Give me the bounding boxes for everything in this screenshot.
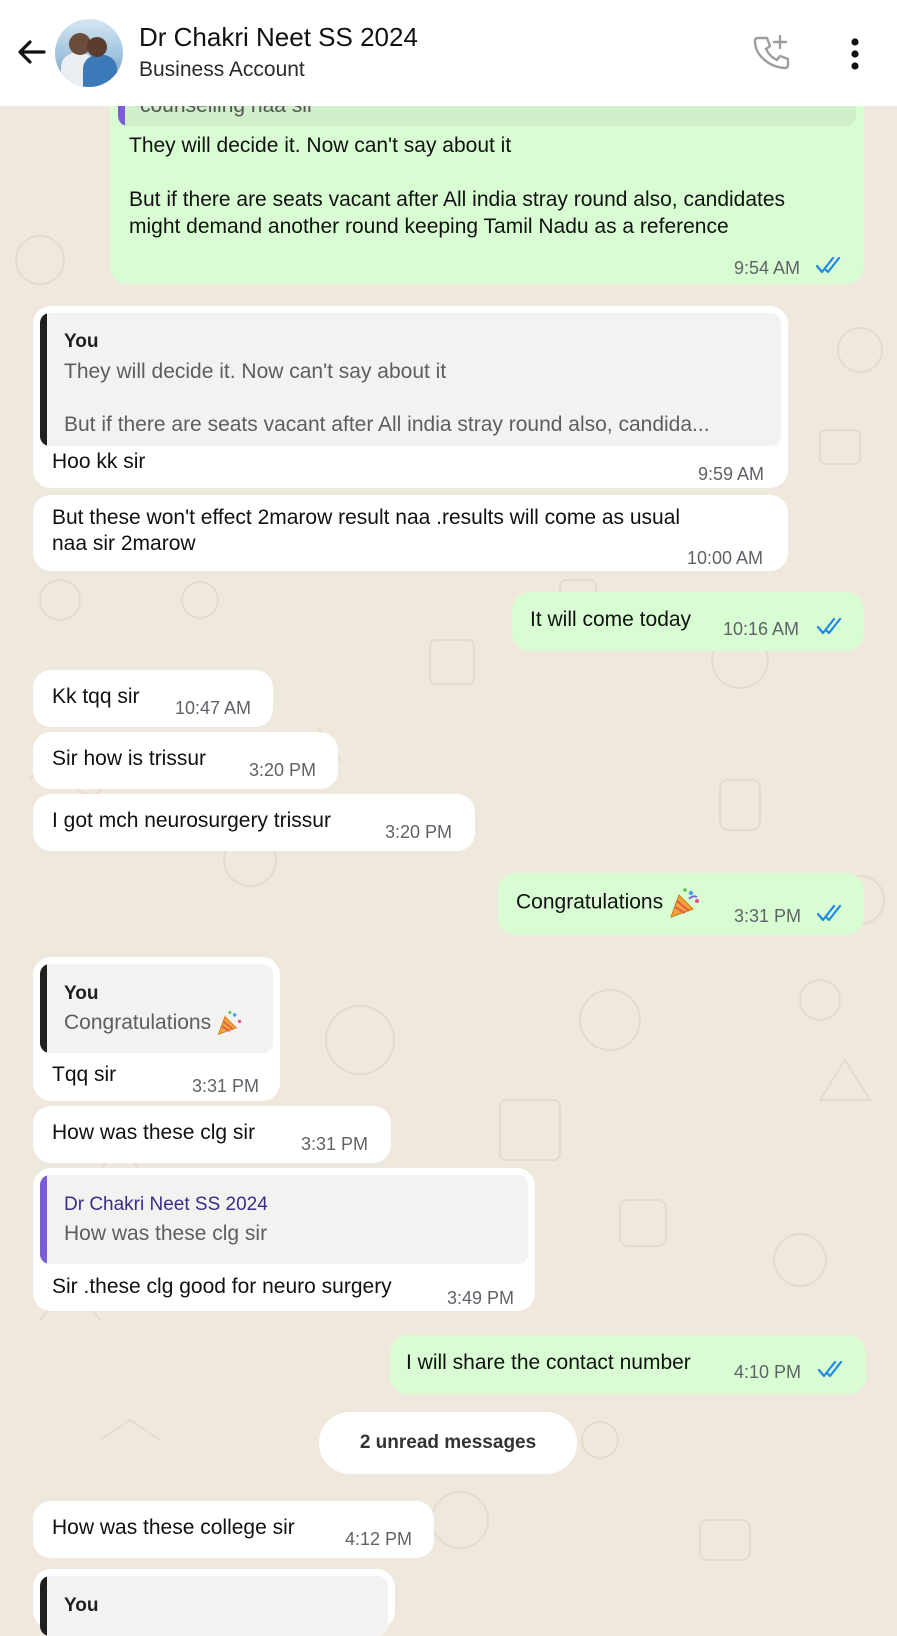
message-time: 3:31 PM [192,1076,260,1096]
message-text: Kk tqq sir [52,685,140,708]
message-text: They will decide it. Now can't say about… [129,134,512,157]
message-bubble-outgoing[interactable]: counselling naa sir They will decide it.… [110,84,864,284]
message-time: 3:20 PM [385,822,453,842]
read-receipt-icon [816,256,841,274]
message-bubble-outgoing[interactable]: It will come today 10:16 AM [512,592,864,651]
avatar[interactable] [55,19,123,87]
message-text: naa sir 2marow [52,532,196,555]
quoted-message[interactable]: You [40,1576,388,1636]
message-time: 9:59 AM [698,464,765,484]
read-receipt-icon [818,1360,843,1378]
quoted-text: But if there are seats vacant after All … [64,413,710,436]
chat-header: Dr Chakri Neet SS 2024 Business Account [0,0,897,106]
message-text: Sir how is trissur [52,747,207,770]
page-title[interactable]: Dr Chakri Neet SS 2024 [139,22,418,53]
message-bubble-incoming[interactable]: You They will decide it. Now can't say a… [33,306,788,488]
message-time: 3:31 PM [734,906,802,926]
account-type-label: Business Account [139,58,305,81]
message-time: 3:31 PM [301,1134,369,1154]
quoted-author: Dr Chakri Neet SS 2024 [64,1194,268,1215]
message-text: Sir .these clg good for neuro surgery [52,1275,392,1298]
message-text: Tqq sir [52,1063,117,1086]
message-text: I will share the contact number [406,1351,691,1374]
quoted-text-label: Congratulations [64,1011,212,1034]
message-time: 9:54 AM [734,258,801,278]
arrow-left-icon[interactable] [14,34,50,70]
message-time: 10:00 AM [687,548,764,568]
message-time: 10:47 AM [175,698,252,718]
message-bubble-incoming[interactable]: You [33,1569,395,1636]
message-bubble-incoming[interactable]: How was these clg sir 3:31 PM [33,1106,391,1163]
message-text: might demand another round keeping Tamil… [129,215,729,238]
message-time: 4:12 PM [345,1529,413,1549]
party-popper-icon [670,888,700,918]
message-bubble-incoming[interactable]: How was these college sir 4:12 PM [33,1501,434,1558]
message-text: How was these clg sir [52,1121,256,1144]
message-text: It will come today [530,608,692,631]
read-receipt-icon [817,617,842,635]
quoted-author: You [64,331,99,352]
message-bubble-incoming[interactable]: Dr Chakri Neet SS 2024 How was these clg… [33,1168,535,1311]
quoted-text: How was these clg sir [64,1222,268,1245]
message-time: 4:10 PM [734,1362,802,1382]
quoted-message[interactable]: You They will decide it. Now can't say a… [40,313,781,446]
message-bubble-outgoing[interactable]: Congratulations 3:31 PM [498,873,864,935]
message-bubble-incoming[interactable]: But these won't effect 2marow result naa… [33,495,788,571]
message-bubble-incoming[interactable]: Kk tqq sir 10:47 AM [33,670,273,727]
message-text-label: Congratulations [516,890,664,914]
unread-messages-divider: 2 unread messages [319,1412,577,1474]
quoted-message[interactable]: You Congratulations [40,964,273,1053]
message-text: But these won't effect 2marow result naa… [52,506,681,529]
message-time: 3:49 PM [447,1288,515,1308]
message-time: 10:16 AM [723,619,800,639]
quoted-text: Congratulations [64,1009,243,1036]
message-text: But if there are seats vacant after All … [129,188,786,211]
quoted-message[interactable]: Dr Chakri Neet SS 2024 How was these clg… [40,1175,528,1264]
message-text: Hoo kk sir [52,450,146,473]
message-bubble-incoming[interactable]: You Congratulations Tqq sir 3:31 PM [33,957,280,1101]
message-bubble-outgoing[interactable]: I will share the contact number 4:10 PM [390,1335,866,1394]
quoted-text: They will decide it. Now can't say about… [64,360,447,383]
message-time: 3:20 PM [249,760,317,780]
more-vert-icon[interactable] [840,34,870,74]
quoted-author: You [64,983,99,1004]
message-text: Congratulations [516,887,701,919]
message-bubble-incoming[interactable]: I got mch neurosurgery trissur 3:20 PM [33,794,475,851]
party-popper-icon [217,1011,242,1036]
read-receipt-icon [817,904,842,922]
quoted-author: You [64,1595,99,1616]
message-bubble-incoming[interactable]: Sir how is trissur 3:20 PM [33,732,338,789]
add-call-icon[interactable] [752,32,792,72]
message-text: How was these college sir [52,1516,295,1539]
message-text: I got mch neurosurgery trissur [52,809,331,832]
